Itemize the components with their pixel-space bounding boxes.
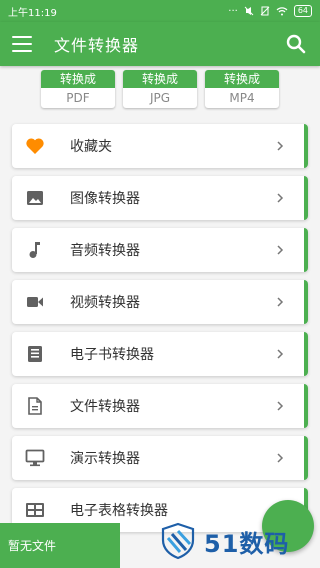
- shield-logo-icon: [161, 522, 195, 560]
- convert-to-mp4-button[interactable]: 转换成 MP4: [205, 70, 279, 108]
- image-icon: [24, 187, 46, 209]
- chevron-right-icon: [277, 453, 284, 463]
- empty-files-text: 暂无文件: [8, 539, 57, 553]
- menu-item-label: 图像转换器: [70, 191, 140, 207]
- chevron-right-icon: [277, 141, 284, 151]
- convert-label: 转换成: [205, 70, 279, 88]
- chevron-right-icon: [277, 401, 284, 411]
- convert-to-jpg-button[interactable]: 转换成 JPG: [123, 70, 197, 108]
- wifi-icon: [276, 7, 288, 16]
- video-camera-icon: [24, 291, 46, 313]
- menu-item-video-converter[interactable]: 视频转换器: [12, 280, 308, 324]
- page-title: 文件转换器: [54, 36, 140, 55]
- status-bar: 上午11:19 ··· 64: [0, 0, 320, 22]
- menu-item-label: 演示转换器: [70, 451, 140, 467]
- monitor-icon: [24, 447, 46, 469]
- document-icon: [24, 395, 46, 417]
- format-label: PDF: [66, 91, 90, 105]
- menu-item-ebook-converter[interactable]: 电子书转换器: [12, 332, 308, 376]
- more-dots-icon: ···: [228, 5, 238, 17]
- battery-indicator: 64: [293, 5, 312, 17]
- chevron-right-icon: [277, 193, 284, 203]
- menu-item-label: 收藏夹: [70, 139, 112, 155]
- status-icons: ··· 64: [228, 5, 312, 17]
- format-label: MP4: [229, 91, 255, 105]
- mute-icon: [244, 6, 254, 16]
- status-time: 上午11:19: [8, 7, 57, 19]
- menu-item-label: 文件转换器: [70, 399, 140, 415]
- watermark-text: 51数码: [204, 529, 290, 558]
- empty-files-banner: 暂无文件: [0, 523, 120, 568]
- heart-icon: [24, 135, 46, 157]
- chevron-right-icon: [277, 297, 284, 307]
- convert-label: 转换成: [123, 70, 197, 88]
- no-sim-icon: [260, 6, 270, 16]
- search-icon[interactable]: [284, 32, 308, 56]
- menu-item-label: 电子书转换器: [70, 347, 154, 363]
- format-label: JPG: [149, 91, 171, 105]
- music-note-icon: [24, 239, 46, 261]
- chevron-right-icon: [277, 245, 284, 255]
- menu-item-presentation-converter[interactable]: 演示转换器: [12, 436, 308, 480]
- watermark-logo: 51数码: [160, 522, 289, 560]
- convert-to-pdf-button[interactable]: 转换成 PDF: [41, 70, 115, 108]
- chevron-right-icon: [277, 349, 284, 359]
- menu-item-image-converter[interactable]: 图像转换器: [12, 176, 308, 220]
- convert-label: 转换成: [41, 70, 115, 88]
- menu-item-favorites[interactable]: 收藏夹: [12, 124, 308, 168]
- menu-item-label: 音频转换器: [70, 243, 140, 259]
- menu-item-document-converter[interactable]: 文件转换器: [12, 384, 308, 428]
- book-icon: [24, 343, 46, 365]
- menu-item-label: 视频转换器: [70, 295, 140, 311]
- converter-list: 收藏夹 图像转换器 音频转换器 视频转换器 电子书转换器 文件转换器 演示转换器…: [12, 124, 308, 540]
- menu-item-audio-converter[interactable]: 音频转换器: [12, 228, 308, 272]
- app-bar: 文件转换器: [0, 22, 320, 66]
- hamburger-menu-icon[interactable]: [12, 36, 32, 52]
- table-icon: [24, 499, 46, 521]
